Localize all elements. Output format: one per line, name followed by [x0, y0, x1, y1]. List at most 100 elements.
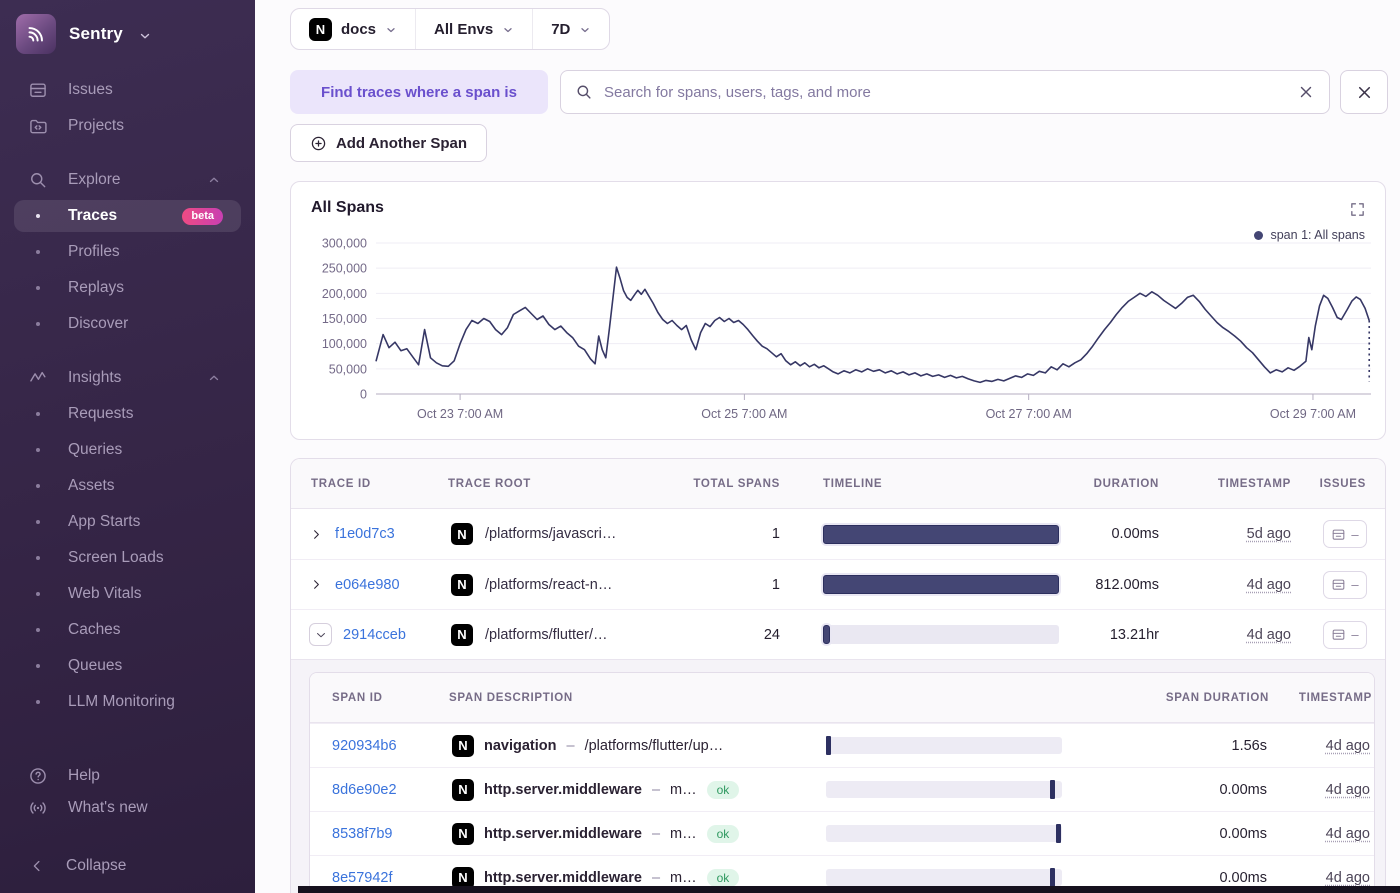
sidebar-collapse-button[interactable]: Collapse: [0, 852, 255, 880]
span-duration-cell: 0.00ms: [1070, 782, 1269, 798]
timeline-cell: [786, 525, 1056, 544]
chevron-right-icon[interactable]: [309, 527, 324, 542]
sidebar-item-queues[interactable]: Queues: [14, 652, 241, 680]
column-header-timeline[interactable]: TIMELINE: [786, 478, 1056, 490]
sidebar-item-requests[interactable]: Requests: [14, 400, 241, 428]
span-id-link[interactable]: 920934b6: [332, 738, 397, 754]
span-duration-cell: 0.00ms: [1070, 870, 1269, 886]
sidebar-item-label: Issues: [68, 81, 113, 99]
sidebar-item-screen-loads[interactable]: Screen Loads: [14, 544, 241, 572]
timestamp-value[interactable]: 4d ago: [1326, 870, 1370, 886]
timestamp-value[interactable]: 4d ago: [1326, 738, 1370, 754]
sidebar-item-what-s-new[interactable]: What's new: [0, 794, 255, 822]
add-another-span-button[interactable]: Add Another Span: [290, 124, 487, 162]
column-header-span-id[interactable]: SPAN ID: [310, 692, 427, 704]
sidebar-item-web-vitals[interactable]: Web Vitals: [14, 580, 241, 608]
issues-icon: [1331, 627, 1346, 642]
sidebar-section-explore[interactable]: Explore: [0, 166, 255, 194]
issues-pill[interactable]: –: [1323, 621, 1367, 649]
duration-cell: 812.00ms: [1056, 577, 1161, 593]
bullet-icon: [28, 484, 48, 488]
timestamp-value[interactable]: 4d ago: [1326, 826, 1370, 842]
span-timeline-cell: [818, 737, 1070, 754]
sidebar-item-traces[interactable]: Tracesbeta: [14, 200, 241, 232]
trace-id-link[interactable]: e064e980: [335, 577, 400, 593]
column-header-timestamp[interactable]: TIMESTAMP: [1161, 478, 1291, 490]
column-header-span-description[interactable]: SPAN DESCRIPTION: [427, 692, 818, 704]
span-timeline-track: [826, 737, 1062, 754]
issues-pill[interactable]: –: [1323, 571, 1367, 599]
timeline-bar: [823, 625, 830, 644]
span-id-link[interactable]: 8e57942f: [332, 870, 392, 886]
trace-root-text: /platforms/react-n…: [485, 577, 612, 593]
page-filter-bar: N docs All Envs 7D: [290, 8, 610, 50]
clear-search-icon[interactable]: [1297, 83, 1315, 101]
svg-text:0: 0: [360, 388, 367, 402]
span-description-cell: Nhttp.server.middleware–m…ok: [427, 823, 818, 845]
trace-id-link[interactable]: 2914cceb: [343, 627, 406, 643]
project-selector[interactable]: N docs: [291, 9, 415, 49]
span-filter-button[interactable]: Find traces where a span is: [290, 70, 548, 114]
column-header-span-duration[interactable]: SPAN DURATION: [1070, 692, 1269, 704]
timestamp-value[interactable]: 4d ago: [1247, 627, 1291, 643]
sidebar-item-issues[interactable]: Issues: [0, 76, 255, 104]
timestamp-cell: 5d ago: [1161, 526, 1291, 542]
nextjs-icon: N: [451, 574, 473, 596]
column-header-issues[interactable]: ISSUES: [1291, 478, 1386, 490]
span-id-link[interactable]: 8d6e90e2: [332, 782, 397, 798]
column-header-timestamp[interactable]: TIMESTAMP: [1269, 692, 1375, 704]
span-search-input[interactable]: [604, 84, 1286, 101]
remove-span-button[interactable]: [1340, 70, 1388, 114]
nextjs-icon: N: [309, 18, 332, 41]
sidebar-item-queries[interactable]: Queries: [14, 436, 241, 464]
issues-cell: –: [1291, 621, 1386, 649]
trace-row[interactable]: 2914ccebN/platforms/flutter/…2413.21hr4d…: [291, 609, 1385, 659]
column-header-total-spans[interactable]: TOTAL SPANS: [686, 478, 786, 490]
span-row[interactable]: 8538f7b9 Nhttp.server.middleware–m…ok 0.00…: [310, 811, 1374, 855]
sidebar-item-profiles[interactable]: Profiles: [14, 238, 241, 266]
spans-chart-svg[interactable]: 050,000100,000150,000200,000250,000300,0…: [291, 234, 1387, 434]
sidebar-item-caches[interactable]: Caches: [14, 616, 241, 644]
span-row[interactable]: 8d6e90e2Nhttp.server.middleware–m…ok0.00…: [310, 767, 1374, 811]
total-spans-cell: 24: [686, 627, 786, 643]
span-timeline-marker: [1056, 824, 1061, 843]
timestamp-value[interactable]: 5d ago: [1247, 526, 1291, 542]
fullscreen-icon[interactable]: [1349, 201, 1366, 218]
span-duration-cell: 0.00ms: [1070, 826, 1269, 842]
column-header-trace-id[interactable]: TRACE ID: [291, 478, 441, 490]
chevron-down-icon: [579, 24, 591, 36]
column-header-duration[interactable]: DURATION: [1056, 478, 1161, 490]
timeline-cell: [786, 625, 1056, 644]
sidebar-item-assets[interactable]: Assets: [14, 472, 241, 500]
sidebar-item-llm-monitoring[interactable]: LLM Monitoring: [14, 688, 241, 716]
environment-selector[interactable]: All Envs: [415, 9, 532, 49]
sidebar-item-help[interactable]: Help: [0, 762, 255, 790]
trace-row[interactable]: e064e980N/platforms/react-n…1812.00ms4d …: [291, 559, 1385, 609]
collapse-row-button[interactable]: [309, 623, 332, 646]
column-header-trace-root[interactable]: TRACE ROOT: [441, 478, 686, 490]
span-id-link[interactable]: 8538f7b9: [332, 826, 392, 842]
span-duration-cell: 1.56s: [1070, 738, 1269, 754]
timeline-cell: [786, 575, 1056, 594]
org-switcher[interactable]: Sentry: [0, 0, 255, 54]
sidebar-item-projects[interactable]: Projects: [0, 112, 255, 140]
status-badge: ok: [707, 869, 740, 887]
trace-id-cell: 2914cceb: [291, 623, 441, 646]
trace-row[interactable]: f1e0d7c3N/platforms/javascri…10.00ms5d a…: [291, 509, 1385, 559]
issues-pill[interactable]: –: [1323, 520, 1367, 548]
sidebar-item-discover[interactable]: Discover: [14, 310, 241, 338]
bottom-scroll-strip[interactable]: [298, 886, 1400, 893]
span-id-cell: 8e57942f: [310, 870, 427, 886]
sidebar-section-insights[interactable]: Insights: [0, 364, 255, 392]
span-row[interactable]: 920934b6Nnavigation–/platforms/flutter/u…: [310, 723, 1374, 767]
timestamp-value[interactable]: 4d ago: [1326, 782, 1370, 798]
date-range-selector[interactable]: 7D: [532, 9, 609, 49]
span-op: http.server.middleware: [484, 782, 642, 798]
chevron-right-icon[interactable]: [309, 577, 324, 592]
timestamp-value[interactable]: 4d ago: [1247, 577, 1291, 593]
broadcast-icon: [28, 798, 48, 818]
sidebar-item-app-starts[interactable]: App Starts: [14, 508, 241, 536]
trace-id-link[interactable]: f1e0d7c3: [335, 526, 395, 542]
timeline-bar: [823, 525, 1059, 544]
sidebar-item-replays[interactable]: Replays: [14, 274, 241, 302]
